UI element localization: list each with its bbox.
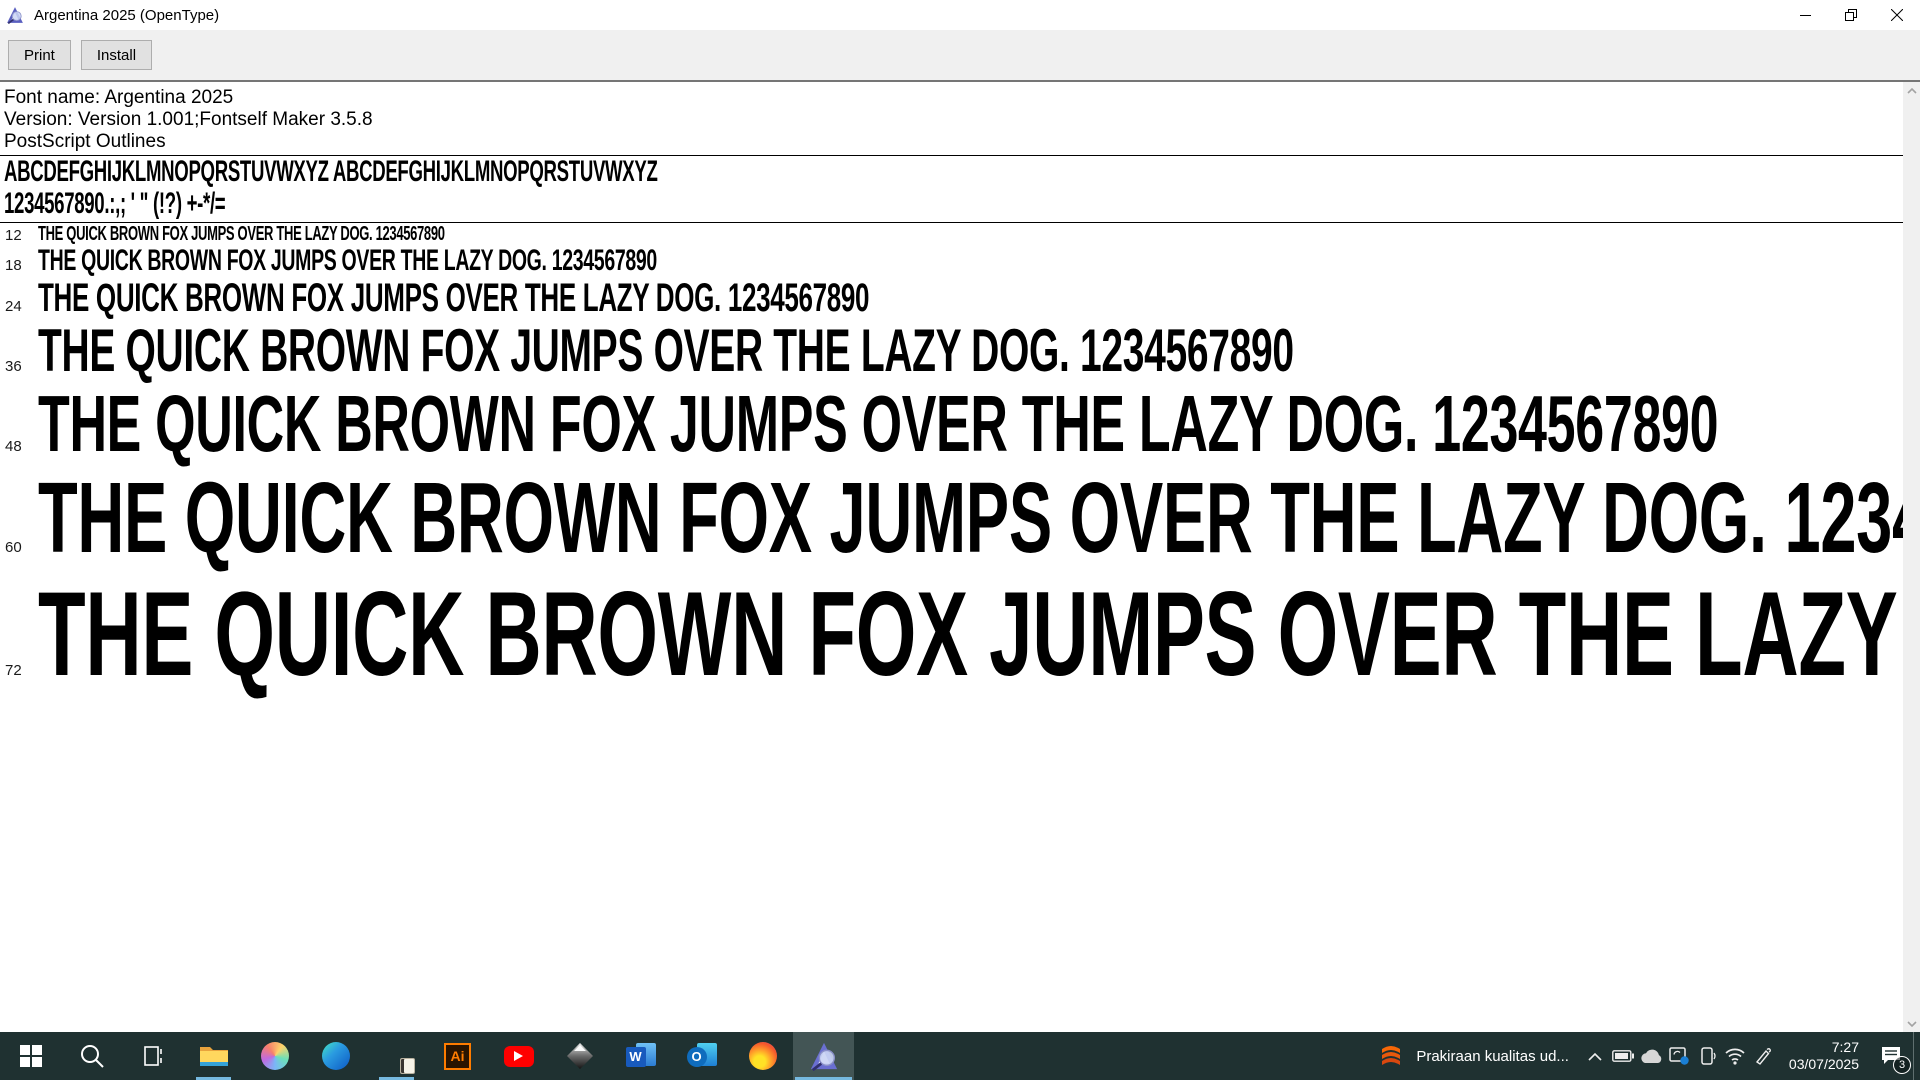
font-version-line: Version: Version 1.001;Fontself Maker 3.… [4, 109, 1903, 131]
specimen-row-18pt: 18 THE QUICK BROWN FOX JUMPS OVER THE LA… [4, 245, 1903, 277]
task-view-button[interactable] [122, 1032, 183, 1080]
taskbar-app-firefox[interactable] [732, 1032, 793, 1080]
install-button[interactable]: Install [81, 40, 152, 70]
task-view-icon [140, 1043, 166, 1069]
chrome-dialog-overlay-icon [400, 1058, 415, 1074]
close-button[interactable] [1874, 0, 1920, 30]
taskbar-app-illustrator[interactable]: Ai [427, 1032, 488, 1080]
point-size-label-72: 72 [4, 662, 38, 679]
hidden-icons-button[interactable] [1581, 1032, 1609, 1080]
alphabet-specimen-row: ABCDEFGHIJKLMNOPQRSTUVWXYZ ABCDEFGHIJKLM… [4, 156, 1903, 188]
minimize-button[interactable] [1782, 0, 1828, 30]
air-quality-icon [1376, 1041, 1406, 1071]
taskbar: Ai W O [0, 1032, 1920, 1080]
toolbar: Print Install [0, 30, 1920, 80]
taskbar-app-edge[interactable] [305, 1032, 366, 1080]
point-size-label-24: 24 [4, 298, 38, 315]
close-icon [1891, 9, 1903, 21]
font-name-line: Font name: Argentina 2025 [4, 87, 1903, 109]
specimen-row-72pt: 72 THE QUICK BROWN FOX JUMPS OVER THE LA… [4, 571, 1903, 697]
taskbar-app-outlook[interactable]: O [671, 1032, 732, 1080]
taskbar-app-font-viewer-active[interactable] [793, 1032, 854, 1080]
specimen-row-24pt: 24 THE QUICK BROWN FOX JUMPS OVER THE LA… [4, 277, 1903, 319]
sample-text-72pt: THE QUICK BROWN FOX JUMPS OVER THE LAZY … [38, 571, 1903, 697]
restore-icon [1845, 9, 1857, 21]
inkscape-icon [566, 1042, 594, 1070]
point-size-label-48: 48 [4, 438, 38, 455]
taskbar-app-file-explorer[interactable] [183, 1032, 244, 1080]
sample-text-60pt: THE QUICK BROWN FOX JUMPS OVER THE LAZY … [38, 466, 1903, 571]
widget-headline: Prakiraan kualitas ud... [1416, 1048, 1569, 1065]
chevron-down-icon [1907, 1021, 1917, 1027]
illustrator-icon: Ai [444, 1043, 471, 1070]
restore-button[interactable] [1828, 0, 1874, 30]
sample-text-48pt: THE QUICK BROWN FOX JUMPS OVER THE LAZY … [38, 382, 1718, 466]
start-button[interactable] [0, 1032, 61, 1080]
clock-date: 03/07/2025 [1789, 1056, 1859, 1073]
show-desktop-button[interactable] [1913, 1032, 1918, 1080]
clock-time: 7:27 [1789, 1039, 1859, 1056]
word-icon: W [626, 1047, 646, 1067]
sample-text-36pt: THE QUICK BROWN FOX JUMPS OVER THE LAZY … [38, 319, 1294, 382]
windows-ink-tray-icon[interactable] [1749, 1032, 1777, 1080]
notification-badge: 3 [1893, 1056, 1911, 1074]
specimen-row-48pt: 48 THE QUICK BROWN FOX JUMPS OVER THE LA… [4, 382, 1903, 466]
firefox-icon [749, 1042, 777, 1070]
print-button[interactable]: Print [8, 40, 71, 70]
scrollbar-down-arrow[interactable] [1903, 1015, 1920, 1032]
file-explorer-icon [199, 1043, 229, 1069]
sample-text-18pt: THE QUICK BROWN FOX JUMPS OVER THE LAZY … [38, 245, 657, 277]
point-size-label-60: 60 [4, 539, 38, 556]
chevron-up-icon [1907, 88, 1917, 94]
chevron-up-icon [1588, 1052, 1602, 1061]
alphabet-specimen: ABCDEFGHIJKLMNOPQRSTUVWXYZ ABCDEFGHIJKLM… [4, 156, 658, 188]
point-size-label-36: 36 [4, 358, 38, 375]
wifi-icon [1724, 1047, 1746, 1065]
font-viewer-icon [6, 6, 24, 24]
window-title: Argentina 2025 (OpenType) [34, 7, 1782, 24]
taskbar-app-word[interactable]: W [610, 1032, 671, 1080]
symbols-specimen-row: 1234567890.:,; ' " (!?) +-*/= [4, 188, 1903, 220]
action-center-button[interactable]: 3 [1869, 1032, 1913, 1080]
specimen-row-60pt: 60 THE QUICK BROWN FOX JUMPS OVER THE LA… [4, 466, 1903, 571]
symbols-specimen: 1234567890.:,; ' " (!?) +-*/= [4, 188, 225, 220]
font-viewer-icon [809, 1041, 839, 1071]
search-icon [79, 1043, 105, 1069]
sync-tray-icon[interactable] [1665, 1032, 1693, 1080]
scrollbar-up-arrow[interactable] [1903, 82, 1920, 99]
title-bar: Argentina 2025 (OpenType) [0, 0, 1920, 30]
search-button[interactable] [61, 1032, 122, 1080]
wifi-tray-icon[interactable] [1721, 1032, 1749, 1080]
battery-icon [1612, 1050, 1634, 1062]
windows-logo-icon [19, 1044, 43, 1068]
specimen-row-12pt: 12 THE QUICK BROWN FOX JUMPS OVER THE LA… [4, 223, 1903, 245]
clock[interactable]: 7:27 03/07/2025 [1777, 1039, 1869, 1073]
taskbar-app-youtube[interactable] [488, 1032, 549, 1080]
onedrive-cloud-icon [1639, 1048, 1663, 1064]
taskbar-app-inkscape[interactable] [549, 1032, 610, 1080]
point-size-label-12: 12 [4, 227, 38, 244]
phone-link-icon [1698, 1046, 1716, 1066]
phone-link-tray-icon[interactable] [1693, 1032, 1721, 1080]
sync-screen-icon [1669, 1047, 1689, 1065]
font-outline-line: PostScript Outlines [4, 131, 1903, 153]
minimize-icon [1800, 10, 1811, 21]
sample-text-12pt: THE QUICK BROWN FOX JUMPS OVER THE LAZY … [38, 223, 445, 245]
vertical-scrollbar[interactable] [1903, 82, 1920, 1032]
battery-tray-icon[interactable] [1609, 1032, 1637, 1080]
sample-text-24pt: THE QUICK BROWN FOX JUMPS OVER THE LAZY … [38, 277, 869, 319]
youtube-icon [504, 1046, 534, 1067]
pen-icon [1754, 1047, 1772, 1065]
font-preview-area: Font name: Argentina 2025 Version: Versi… [0, 82, 1920, 1032]
edge-icon [322, 1042, 350, 1070]
news-weather-widget[interactable]: Prakiraan kualitas ud... [1364, 1032, 1581, 1080]
specimen-row-36pt: 36 THE QUICK BROWN FOX JUMPS OVER THE LA… [4, 319, 1903, 382]
taskbar-app-chrome[interactable] [366, 1032, 427, 1080]
copilot-icon [261, 1042, 289, 1070]
point-size-label-18: 18 [4, 257, 38, 274]
taskbar-app-copilot[interactable] [244, 1032, 305, 1080]
onedrive-tray-icon[interactable] [1637, 1032, 1665, 1080]
outlook-icon: O [687, 1047, 707, 1067]
